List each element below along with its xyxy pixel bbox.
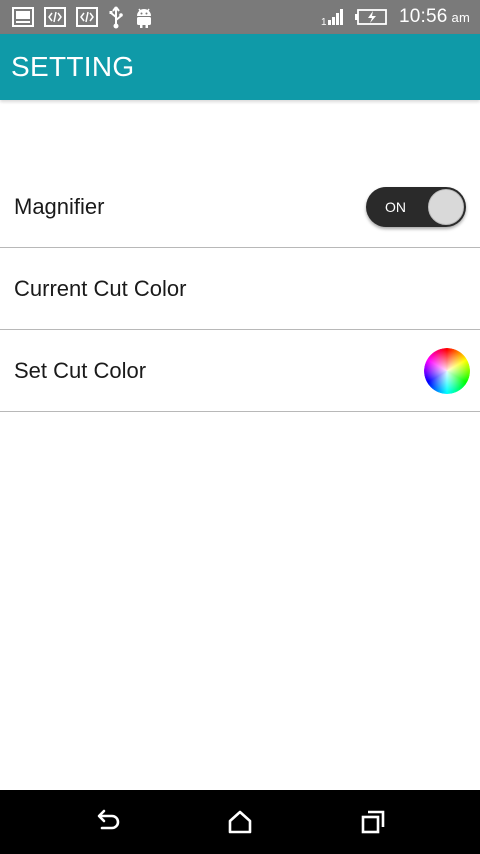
android-icon (137, 8, 151, 28)
color-wheel-icon[interactable] (424, 347, 470, 394)
svg-text:1: 1 (321, 17, 327, 27)
setting-row-current-cut-color[interactable]: Current Cut Color (0, 248, 480, 330)
code-icon (44, 7, 66, 27)
battery-charging-icon (354, 9, 387, 25)
gallery-icon (12, 7, 34, 27)
toggle-thumb (428, 188, 464, 225)
page-title: SETTING (11, 51, 135, 82)
status-time-value: 10:56 (398, 6, 448, 27)
status-time-ampm: am (451, 10, 470, 25)
app-bar: SETTING (0, 34, 480, 100)
code-icon (76, 7, 98, 27)
status-time: 10:56 am (399, 6, 470, 28)
setting-label-set-cut-color: Set Cut Color (14, 357, 147, 383)
setting-row-magnifier[interactable]: Magnifier ON (0, 166, 480, 248)
home-icon[interactable] (225, 807, 255, 837)
magnifier-toggle[interactable]: ON (366, 186, 466, 227)
setting-row-set-cut-color[interactable]: Set Cut Color (0, 330, 480, 412)
recents-icon[interactable] (358, 807, 388, 837)
toggle-state-label: ON (385, 198, 406, 215)
setting-label-current-cut-color: Current Cut Color (14, 275, 187, 301)
back-icon[interactable] (92, 807, 122, 837)
status-bar: 1 10:56 am (0, 0, 480, 34)
setting-label-magnifier: Magnifier (14, 193, 105, 219)
usb-icon (109, 6, 123, 29)
settings-list: Magnifier ON Current Cut Color Set Cut C… (0, 166, 480, 412)
status-icons-right: 1 10:56 am (321, 5, 470, 29)
signal-icon: 1 (321, 9, 343, 27)
navigation-bar (0, 790, 480, 854)
status-icons-left (12, 5, 164, 29)
